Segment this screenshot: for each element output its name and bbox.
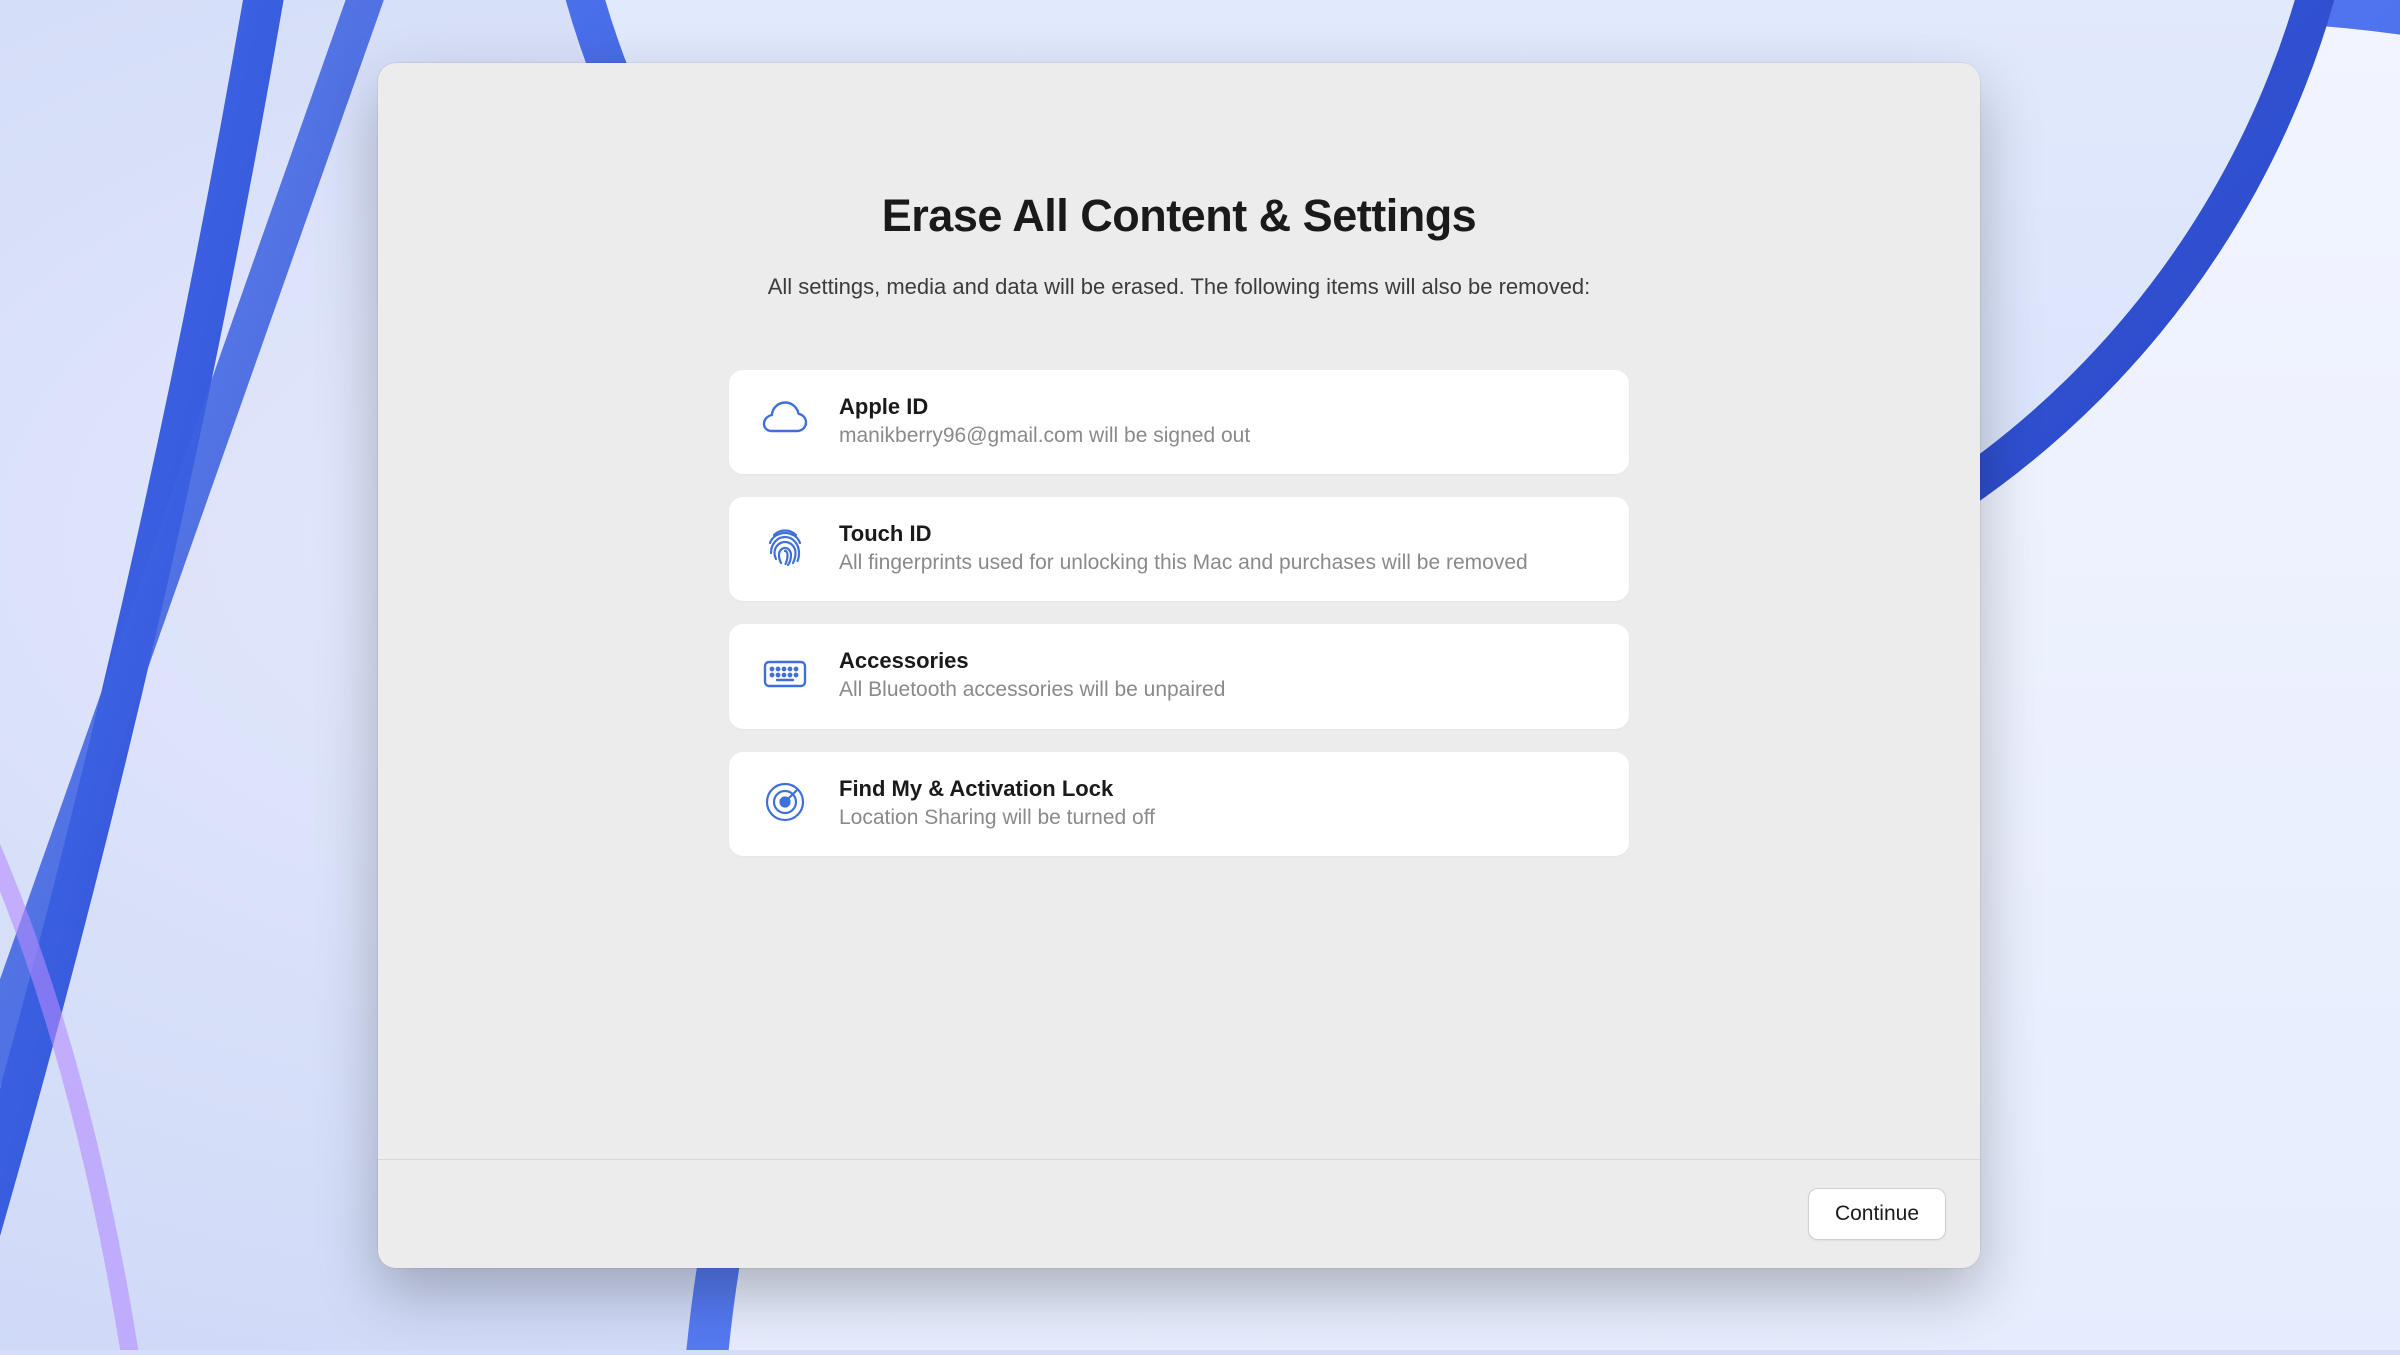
dialog-title: Erase All Content & Settings xyxy=(882,190,1476,242)
fingerprint-icon xyxy=(761,523,809,571)
card-title: Find My & Activation Lock xyxy=(839,776,1601,802)
item-apple-id: Apple ID manikberry96@gmail.com will be … xyxy=(729,370,1629,474)
item-find-my: Find My & Activation Lock Location Shari… xyxy=(729,752,1629,856)
card-desc: manikberry96@gmail.com will be signed ou… xyxy=(839,422,1601,450)
continue-button[interactable]: Continue xyxy=(1808,1188,1946,1240)
card-text: Find My & Activation Lock Location Shari… xyxy=(839,776,1601,832)
dialog-footer: Continue xyxy=(378,1159,1980,1268)
card-title: Apple ID xyxy=(839,394,1601,420)
dialog-subtitle: All settings, media and data will be era… xyxy=(768,272,1591,302)
item-touch-id: Touch ID All fingerprints used for unloc… xyxy=(729,497,1629,601)
item-accessories: Accessories All Bluetooth accessories wi… xyxy=(729,624,1629,728)
dialog-body: Erase All Content & Settings All setting… xyxy=(378,63,1980,1159)
erase-dialog: Erase All Content & Settings All setting… xyxy=(378,63,1980,1268)
card-desc: All fingerprints used for unlocking this… xyxy=(839,549,1601,577)
card-desc: Location Sharing will be turned off xyxy=(839,804,1601,832)
card-desc: All Bluetooth accessories will be unpair… xyxy=(839,676,1601,704)
items-list: Apple ID manikberry96@gmail.com will be … xyxy=(729,370,1629,856)
card-text: Apple ID manikberry96@gmail.com will be … xyxy=(839,394,1601,450)
cloud-icon xyxy=(761,396,809,444)
card-text: Touch ID All fingerprints used for unloc… xyxy=(839,521,1601,577)
keyboard-icon xyxy=(761,650,809,698)
card-title: Touch ID xyxy=(839,521,1601,547)
card-title: Accessories xyxy=(839,648,1601,674)
radar-icon xyxy=(761,778,809,826)
card-text: Accessories All Bluetooth accessories wi… xyxy=(839,648,1601,704)
